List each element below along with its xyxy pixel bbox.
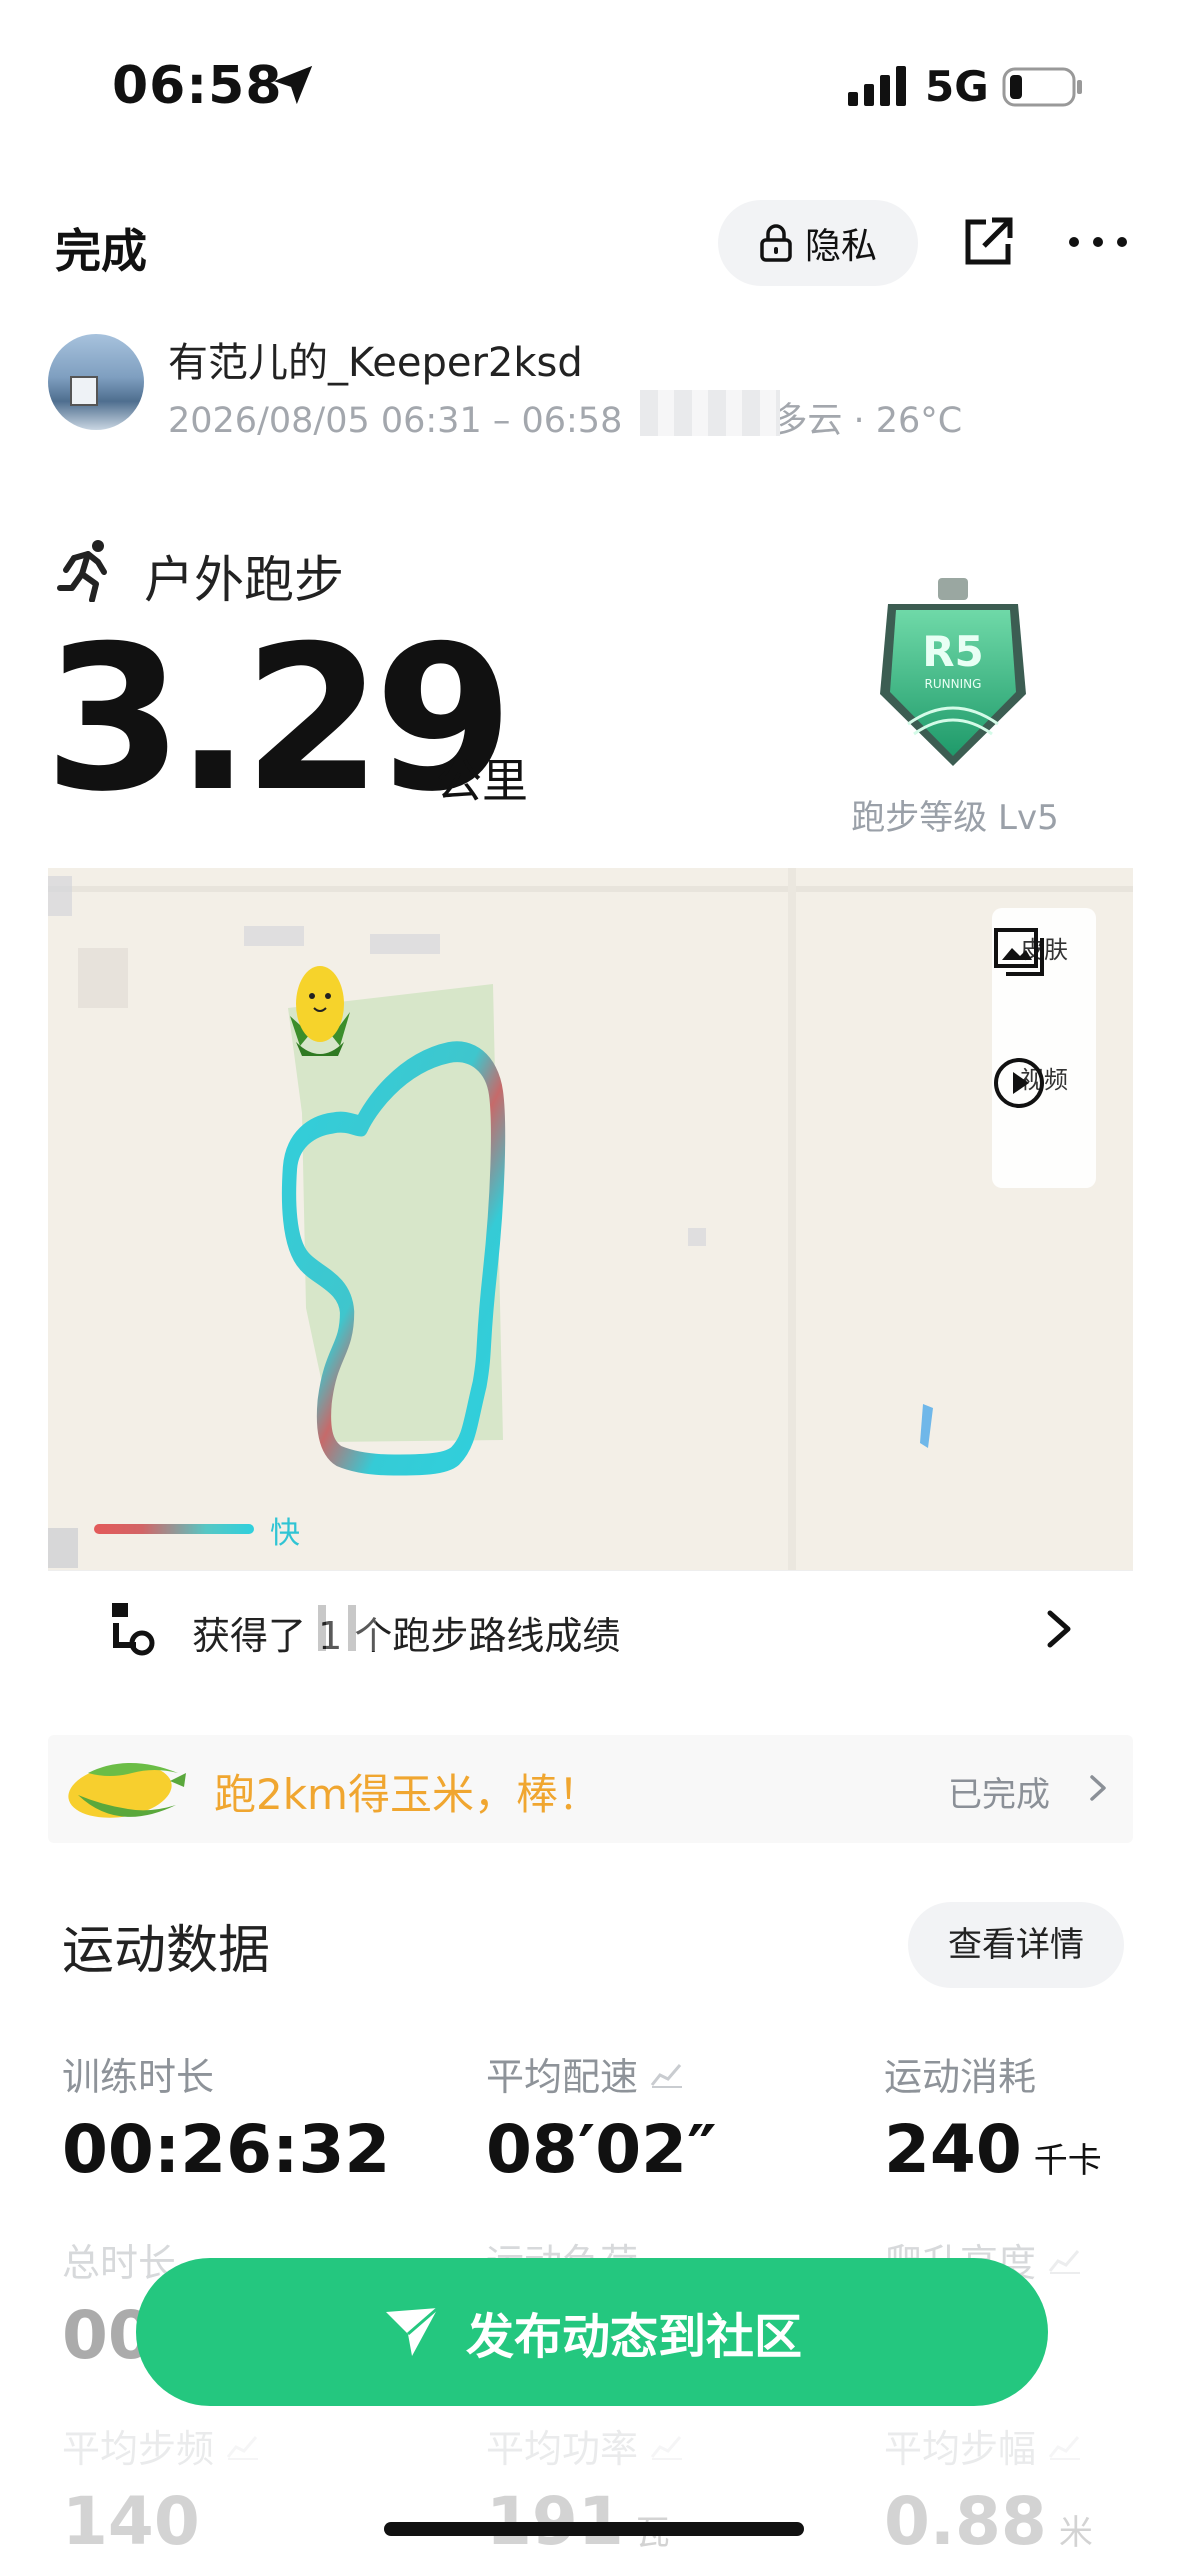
stat-average-stride[interactable]: 平均步幅 0.88 米	[884, 2418, 1179, 2556]
stat-value: 191瓦	[486, 2483, 866, 2556]
skin-tool[interactable]: 皮肤	[992, 926, 1096, 976]
stat-average-cadence[interactable]: 平均步频 140	[62, 2418, 442, 2556]
video-tool[interactable]: 视频	[992, 1056, 1096, 1108]
trend-chart-icon	[1048, 2435, 1081, 2460]
publish-label: 发布动态到社区	[465, 2309, 802, 2365]
view-details-button[interactable]: 查看详情	[908, 1902, 1124, 1988]
stat-label-row: 平均配速	[486, 2046, 866, 2101]
send-icon	[385, 2306, 439, 2356]
status-time: 06:58	[112, 56, 283, 116]
stat-label: 平均功率	[486, 2427, 639, 2471]
stat-value-number: 00:26:32	[62, 2111, 391, 2188]
speed-legend: 快	[94, 1508, 304, 1551]
stat-unit: 米	[1058, 2513, 1093, 2553]
stat-label-row: 平均功率	[486, 2418, 866, 2473]
speed-legend-fast: 快	[270, 1516, 300, 1551]
privacy-label: 隐私	[804, 226, 877, 267]
medal-code: R5	[922, 627, 984, 676]
privacy-button[interactable]: 隐私	[718, 200, 918, 286]
redacted-achievement	[306, 1605, 376, 1651]
stat-label: 平均步幅	[884, 2427, 1037, 2471]
status-bar: 06:58 5G	[0, 0, 1179, 170]
stats-section-title: 运动数据	[62, 1921, 271, 1981]
location-arrow-icon	[273, 65, 313, 105]
stat-label: 训练时长	[62, 2055, 215, 2099]
stat-value-number: 08′02″	[486, 2111, 717, 2188]
map-canvas	[48, 868, 1133, 1570]
home-indicator[interactable]	[384, 2522, 804, 2536]
share-icon[interactable]	[960, 214, 1016, 270]
network-label: 5G	[925, 62, 989, 111]
route-achievement-row[interactable]: 获得了 1 个跑步路线成绩	[48, 1570, 1133, 1685]
trend-chart-icon	[226, 2435, 259, 2460]
corn-task-text: 跑2km得玉米，棒！	[214, 1770, 600, 1819]
stat-label-row: 平均步幅	[884, 2418, 1179, 2473]
image-icon	[994, 928, 1044, 976]
trend-chart-icon	[650, 2063, 683, 2088]
stat-label: 运动消耗	[884, 2055, 1037, 2099]
stat-label: 平均配速	[486, 2055, 639, 2099]
stat-unit: 千卡	[1033, 2141, 1102, 2181]
stat-value: 00:26:32	[62, 2111, 442, 2188]
signal-icon	[848, 66, 906, 106]
more-icon[interactable]	[1066, 226, 1130, 258]
stat-value: 140	[62, 2483, 442, 2556]
medal-title: 跑步等级 Lv5	[851, 798, 1059, 838]
done-button[interactable]: 完成	[55, 215, 147, 281]
map-tools-panel: 皮肤 视频	[992, 908, 1096, 1188]
redacted-location	[640, 390, 780, 436]
stat-calories: 运动消耗 240 千卡	[884, 2046, 1179, 2188]
activity-time-range: 2026/08/05 06:31 – 06:58	[168, 401, 623, 441]
chevron-right-icon	[1047, 1610, 1071, 1648]
running-icon	[57, 540, 107, 602]
activity-type: 户外跑步	[144, 551, 344, 609]
trend-chart-icon	[650, 2435, 683, 2460]
stat-value-number: 140	[62, 2483, 200, 2556]
medal-sub: RUNNING	[925, 677, 982, 691]
avatar[interactable]	[48, 334, 144, 430]
stat-average-pace[interactable]: 平均配速 08′02″	[486, 2046, 866, 2188]
play-icon	[994, 1058, 1044, 1108]
corn-task-status: 已完成	[948, 1775, 1050, 1815]
trend-chart-icon	[1048, 2249, 1081, 2274]
stat-value: 08′02″	[486, 2111, 866, 2188]
corn-icon	[68, 1763, 186, 1818]
battery-icon	[1002, 67, 1082, 107]
publish-to-community-button[interactable]: 发布动态到社区	[136, 2258, 1048, 2406]
stat-value: 240 千卡	[884, 2111, 1179, 2188]
route-achievement-text: 获得了 1 个跑步路线成绩	[192, 1614, 621, 1658]
speed-gradient-bar	[94, 1524, 254, 1534]
stat-label-row: 平均步频	[62, 2418, 442, 2473]
weather-text: 多云 · 26°C	[772, 401, 963, 441]
stat-training-duration: 训练时长 00:26:32	[62, 2046, 442, 2188]
corn-task-banner[interactable]: 跑2km得玉米，棒！ 已完成	[48, 1735, 1133, 1843]
lock-icon	[760, 224, 792, 262]
username[interactable]: 有范儿的_Keeper2ksd	[168, 330, 583, 388]
stat-value: 0.88 米	[884, 2483, 1179, 2556]
distance-unit: 公里	[436, 754, 528, 808]
route-achievement-icon	[112, 1603, 155, 1656]
activity-meta: 2026/08/05 06:31 – 06:58 多云 · 26°C	[168, 392, 962, 443]
chevron-right-icon	[1090, 1775, 1106, 1801]
route-map[interactable]: 皮肤 视频 快	[48, 868, 1133, 1570]
stat-value-number: 191	[486, 2483, 624, 2556]
stat-value-number: 0.88	[884, 2483, 1047, 2556]
running-level-medal[interactable]: R5 RUNNING	[868, 574, 1038, 774]
stat-value-number: 240	[884, 2111, 1022, 2188]
stat-label: 平均步频	[62, 2427, 215, 2471]
